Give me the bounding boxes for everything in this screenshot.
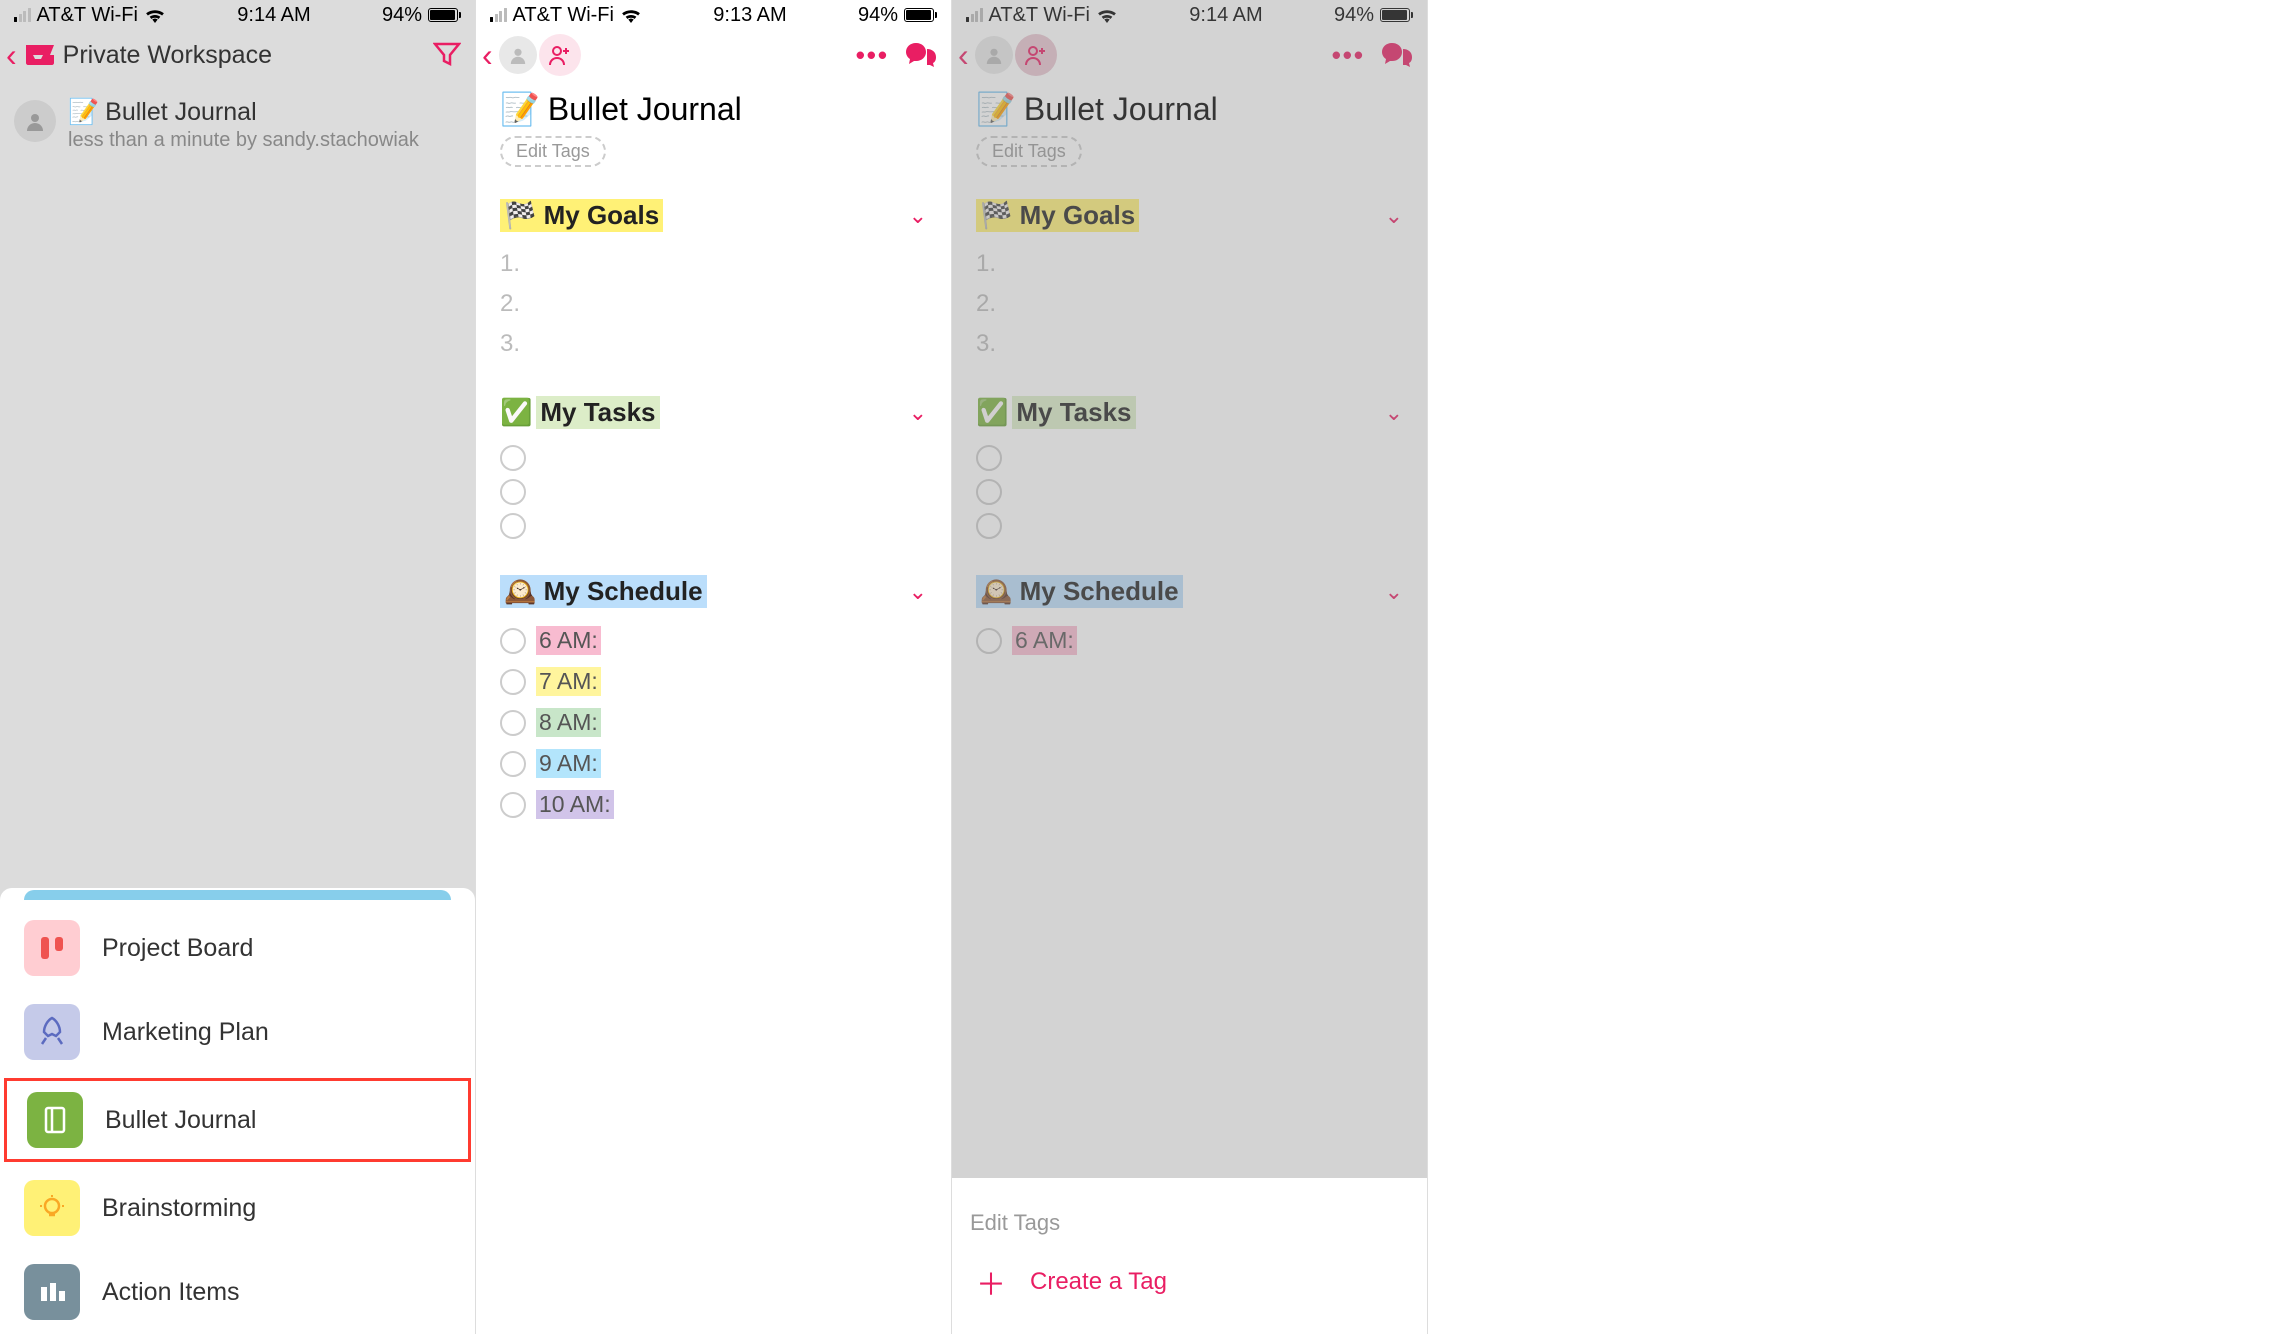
checkbox-icon[interactable] xyxy=(500,710,526,736)
status-time: 9:13 AM xyxy=(713,4,786,27)
signal-icon xyxy=(14,8,31,22)
status-bar: AT&T Wi-Fi 9:14 AM 94% xyxy=(0,0,475,30)
goal-item-1[interactable]: 1. xyxy=(500,244,927,284)
schedule-item[interactable]: 9 AM: xyxy=(500,743,927,784)
template-brainstorming[interactable]: Brainstorming xyxy=(0,1166,475,1250)
inbox-icon[interactable] xyxy=(23,42,57,68)
create-tag-button[interactable]: ＋ Create a Tag xyxy=(970,1260,1409,1304)
template-bullet-journal[interactable]: Bullet Journal xyxy=(4,1078,471,1162)
wifi-icon xyxy=(620,7,642,23)
back-button[interactable]: ‹ xyxy=(482,37,493,74)
section-goals: 🏁 My Goals ⌄ 1. 2. 3. xyxy=(500,199,927,364)
checkbox-icon[interactable] xyxy=(500,513,526,539)
add-person-icon xyxy=(548,43,572,67)
chevron-down-icon[interactable]: ⌄ xyxy=(909,579,927,605)
section-tasks: ✅ My Tasks ⌄ xyxy=(500,396,927,543)
flag-emoji: 🏁 xyxy=(504,200,536,230)
template-action-items[interactable]: Action Items xyxy=(0,1250,475,1334)
template-label: Action Items xyxy=(102,1278,240,1307)
chevron-down-icon[interactable]: ⌄ xyxy=(909,203,927,229)
signal-icon xyxy=(490,8,507,22)
person-icon xyxy=(509,46,527,64)
schedule-item[interactable]: 6 AM: xyxy=(500,620,927,661)
checkbox-icon[interactable] xyxy=(500,479,526,505)
back-button[interactable]: ‹ xyxy=(6,37,17,74)
journal-icon xyxy=(27,1092,83,1148)
task-item[interactable] xyxy=(500,509,927,543)
screen-document: AT&T Wi-Fi 9:13 AM 94% ‹ ••• 📝Bullet Jou… xyxy=(476,0,952,1334)
doc-content: 📝Bullet Journal Edit Tags 🏁 My Goals ⌄ 1… xyxy=(476,80,951,835)
goal-item-2[interactable]: 2. xyxy=(500,284,927,324)
section-title[interactable]: My Schedule xyxy=(544,576,703,606)
notepad-emoji: 📝 xyxy=(500,90,540,128)
time-label: 7 AM: xyxy=(536,667,601,696)
nav-bar: ‹ Private Workspace xyxy=(0,30,475,80)
person-icon xyxy=(25,111,45,131)
template-label: Project Board xyxy=(102,934,253,963)
sheet-peek xyxy=(24,890,451,900)
filter-icon[interactable] xyxy=(433,42,461,68)
battery-icon xyxy=(904,8,937,22)
battery-icon xyxy=(428,8,461,22)
create-tag-label: Create a Tag xyxy=(1030,1268,1167,1296)
template-picker-sheet: Project Board Marketing Plan Bullet Jour… xyxy=(0,888,475,1334)
task-item[interactable] xyxy=(500,441,927,475)
notepad-emoji: 📝 xyxy=(68,98,99,127)
status-time: 9:14 AM xyxy=(237,4,310,27)
item-title: Bullet Journal xyxy=(105,98,256,127)
battery-percent: 94% xyxy=(858,4,898,27)
carrier-label: AT&T Wi-Fi xyxy=(513,4,614,27)
action-items-icon xyxy=(24,1264,80,1320)
section-schedule: 🕰️ My Schedule ⌄ 6 AM: 7 AM: 8 AM: 9 AM:… xyxy=(500,575,927,825)
sheet-title: Edit Tags xyxy=(970,1210,1409,1236)
screen-edit-tags: AT&T Wi-Fi 9:14 AM 94% ‹ ••• 📝Bullet Jou… xyxy=(952,0,1428,1334)
plus-icon: ＋ xyxy=(976,1260,1006,1304)
project-board-icon xyxy=(24,920,80,976)
modal-overlay[interactable] xyxy=(952,0,1427,1334)
template-label: Marketing Plan xyxy=(102,1018,269,1047)
time-label: 9 AM: xyxy=(536,749,601,778)
checkbox-icon[interactable] xyxy=(500,792,526,818)
tag-editor-sheet: Edit Tags ＋ Create a Tag xyxy=(952,1178,1427,1334)
schedule-item[interactable]: 7 AM: xyxy=(500,661,927,702)
section-title[interactable]: My Tasks xyxy=(536,396,659,429)
check-emoji: ✅ xyxy=(500,397,532,428)
edit-tags-button[interactable]: Edit Tags xyxy=(500,136,606,167)
avatar[interactable] xyxy=(499,36,537,74)
carrier-label: AT&T Wi-Fi xyxy=(37,4,138,27)
add-person-button[interactable] xyxy=(539,34,581,76)
checkbox-icon[interactable] xyxy=(500,669,526,695)
time-label: 6 AM: xyxy=(536,626,601,655)
nav-bar: ‹ ••• xyxy=(476,30,951,80)
time-label: 8 AM: xyxy=(536,708,601,737)
checkbox-icon[interactable] xyxy=(500,445,526,471)
template-label: Bullet Journal xyxy=(105,1106,256,1135)
rocket-icon xyxy=(24,1004,80,1060)
section-title[interactable]: My Goals xyxy=(544,200,660,230)
clock-emoji: 🕰️ xyxy=(504,576,536,606)
goal-item-3[interactable]: 3. xyxy=(500,324,927,364)
doc-title[interactable]: Bullet Journal xyxy=(548,91,742,128)
avatar xyxy=(14,100,56,142)
workspace-title[interactable]: Private Workspace xyxy=(63,41,272,70)
document-list-item[interactable]: 📝Bullet Journal less than a minute by sa… xyxy=(0,80,475,170)
chat-icon[interactable] xyxy=(905,41,937,69)
task-item[interactable] xyxy=(500,475,927,509)
item-subtitle: less than a minute by sandy.stachowiak xyxy=(68,129,461,152)
chevron-down-icon[interactable]: ⌄ xyxy=(909,400,927,426)
checkbox-icon[interactable] xyxy=(500,628,526,654)
wifi-icon xyxy=(144,7,166,23)
checkbox-icon[interactable] xyxy=(500,751,526,777)
template-label: Brainstorming xyxy=(102,1194,256,1223)
template-project-board[interactable]: Project Board xyxy=(0,906,475,990)
schedule-item[interactable]: 10 AM: xyxy=(500,784,927,825)
lightbulb-icon xyxy=(24,1180,80,1236)
battery-percent: 94% xyxy=(382,4,422,27)
time-label: 10 AM: xyxy=(536,790,614,819)
status-bar: AT&T Wi-Fi 9:13 AM 94% xyxy=(476,0,951,30)
template-marketing-plan[interactable]: Marketing Plan xyxy=(0,990,475,1074)
more-button[interactable]: ••• xyxy=(856,40,889,71)
screen-workspace: AT&T Wi-Fi 9:14 AM 94% ‹ Private Workspa… xyxy=(0,0,476,1334)
schedule-item[interactable]: 8 AM: xyxy=(500,702,927,743)
